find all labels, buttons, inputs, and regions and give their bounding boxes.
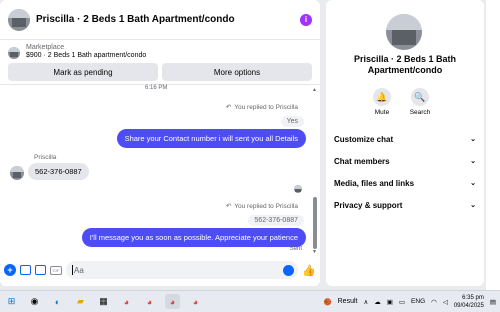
quoted-message[interactable]: 562-376-0887 bbox=[248, 215, 304, 226]
message-status: Sent bbox=[289, 246, 302, 252]
incoming-message[interactable]: 562-376-0887 bbox=[28, 163, 89, 180]
sender-avatar[interactable] bbox=[10, 166, 24, 180]
add-icon[interactable]: + bbox=[4, 264, 16, 276]
camera-icon[interactable]: ▣ bbox=[387, 298, 393, 306]
info-icon[interactable]: i bbox=[300, 13, 312, 26]
chevron-down-icon: ⌄ bbox=[470, 158, 476, 165]
mute-button[interactable]: 🔔 Mute bbox=[370, 88, 394, 116]
like-icon[interactable]: 👍 bbox=[302, 264, 316, 277]
menu-item-media-files-links[interactable]: Media, files and links ⌄ bbox=[326, 172, 484, 194]
menu-item-customize-chat[interactable]: Customize chat ⌄ bbox=[326, 128, 484, 150]
chat-header: Priscilla · 2 Beds 1 Bath Apartment/cond… bbox=[0, 0, 320, 40]
outgoing-message[interactable]: Share your Contact number i will sent yo… bbox=[116, 129, 306, 148]
emoji-icon[interactable] bbox=[283, 264, 295, 276]
widget-result[interactable]: Result bbox=[338, 298, 358, 305]
mute-label: Mute bbox=[374, 109, 390, 116]
chevron-down-icon: ⌄ bbox=[470, 202, 476, 209]
file-explorer-icon[interactable]: ▰ bbox=[73, 294, 88, 309]
image-icon[interactable] bbox=[20, 265, 31, 275]
reply-note: ↶ You replied to Priscilla bbox=[225, 203, 298, 210]
outgoing-message[interactable]: I'll message you as soon as possible. Ap… bbox=[81, 228, 306, 247]
taskbar: ⊞ ◉ ◐ ▰ ▦ ◕ ◕ ◕ ◕ 🏀 Result ∧ ☁ ▣ ▭ ENG ◠… bbox=[0, 290, 500, 312]
copilot-icon[interactable]: ◉ bbox=[27, 294, 42, 309]
info-menu: Customize chat ⌄ Chat members ⌄ Media, fil… bbox=[326, 128, 484, 216]
search-label: Search bbox=[409, 109, 431, 116]
chevron-down-icon: ⌄ bbox=[470, 136, 476, 143]
quoted-message[interactable]: Yes bbox=[280, 116, 304, 127]
message-list[interactable]: 6:16 PM ↶ You replied to Priscilla Yes Sh… bbox=[0, 84, 320, 256]
more-options-button[interactable]: More options bbox=[162, 63, 312, 81]
menu-item-privacy-support[interactable]: Privacy & support ⌄ bbox=[326, 194, 484, 216]
gif-icon[interactable]: GIF bbox=[50, 265, 62, 275]
scrollbar-thumb[interactable] bbox=[313, 197, 317, 249]
wifi-icon[interactable]: ◠ bbox=[431, 298, 437, 306]
scroll-up-arrow[interactable]: ▲ bbox=[312, 87, 317, 93]
bell-icon: 🔔 bbox=[373, 88, 391, 106]
edge-icon[interactable]: ◐ bbox=[50, 294, 65, 309]
nba-icon[interactable]: 🏀 bbox=[324, 298, 332, 306]
clock[interactable]: 6:35 pm 09/04/2025 bbox=[454, 294, 484, 310]
volume-icon[interactable]: ◁ bbox=[443, 298, 448, 306]
language-indicator[interactable]: ENG bbox=[411, 298, 425, 305]
notification-icon[interactable]: ▤ bbox=[490, 298, 496, 306]
reply-note: ↶ You replied to Priscilla bbox=[225, 104, 298, 111]
profile-avatar[interactable] bbox=[386, 14, 422, 50]
reply-arrow-icon: ↶ bbox=[225, 104, 232, 111]
chrome-icon[interactable]: ◕ bbox=[119, 294, 134, 309]
scroll-down-arrow[interactable]: ▼ bbox=[312, 249, 317, 255]
chrome-icon[interactable]: ◕ bbox=[142, 294, 157, 309]
reply-arrow-icon: ↶ bbox=[225, 203, 232, 210]
marketplace-listing[interactable]: Marketplace $900 · 2 Beds 1 Bath apartme… bbox=[0, 40, 320, 61]
listing-summary: $900 · 2 Beds 1 Bath apartment/condo bbox=[26, 52, 147, 59]
chevron-down-icon: ⌄ bbox=[470, 180, 476, 187]
mark-as-pending-button[interactable]: Mark as pending bbox=[8, 63, 158, 81]
sender-name: Priscilla bbox=[34, 154, 57, 161]
cloud-icon[interactable]: ☁ bbox=[374, 298, 381, 306]
avatar[interactable] bbox=[8, 8, 30, 31]
sticker-icon[interactable] bbox=[35, 265, 46, 275]
time-separator: 6:16 PM bbox=[145, 85, 168, 91]
search-icon: 🔍 bbox=[411, 88, 429, 106]
listing-thumbnail bbox=[8, 47, 20, 59]
store-icon[interactable]: ▦ bbox=[96, 294, 111, 309]
menu-item-chat-members[interactable]: Chat members ⌄ bbox=[326, 150, 484, 172]
search-button[interactable]: 🔍 Search bbox=[408, 88, 432, 116]
conversation-title: Priscilla · 2 Beds 1 Bath Apartment/cond… bbox=[353, 54, 457, 75]
composer: + GIF Aa 👍 bbox=[0, 258, 320, 282]
chrome-icon[interactable]: ◕ bbox=[165, 294, 180, 309]
message-input[interactable]: Aa bbox=[66, 261, 299, 279]
seen-avatar bbox=[294, 185, 302, 193]
text-caret bbox=[72, 265, 73, 275]
chrome-icon[interactable]: ◕ bbox=[188, 294, 203, 309]
window-edge bbox=[486, 0, 500, 290]
chat-title[interactable]: Priscilla · 2 Beds 1 Bath Apartment/cond… bbox=[36, 14, 300, 25]
chevron-up-icon[interactable]: ∧ bbox=[363, 298, 368, 306]
chat-panel: Priscilla · 2 Beds 1 Bath Apartment/cond… bbox=[0, 0, 320, 286]
marketplace-label: Marketplace bbox=[26, 44, 65, 51]
message-input-placeholder: Aa bbox=[74, 265, 84, 275]
windows-start-icon[interactable]: ⊞ bbox=[4, 294, 19, 309]
battery-icon[interactable]: ▭ bbox=[399, 298, 405, 306]
conversation-info-panel: Priscilla · 2 Beds 1 Bath Apartment/cond… bbox=[326, 0, 484, 286]
